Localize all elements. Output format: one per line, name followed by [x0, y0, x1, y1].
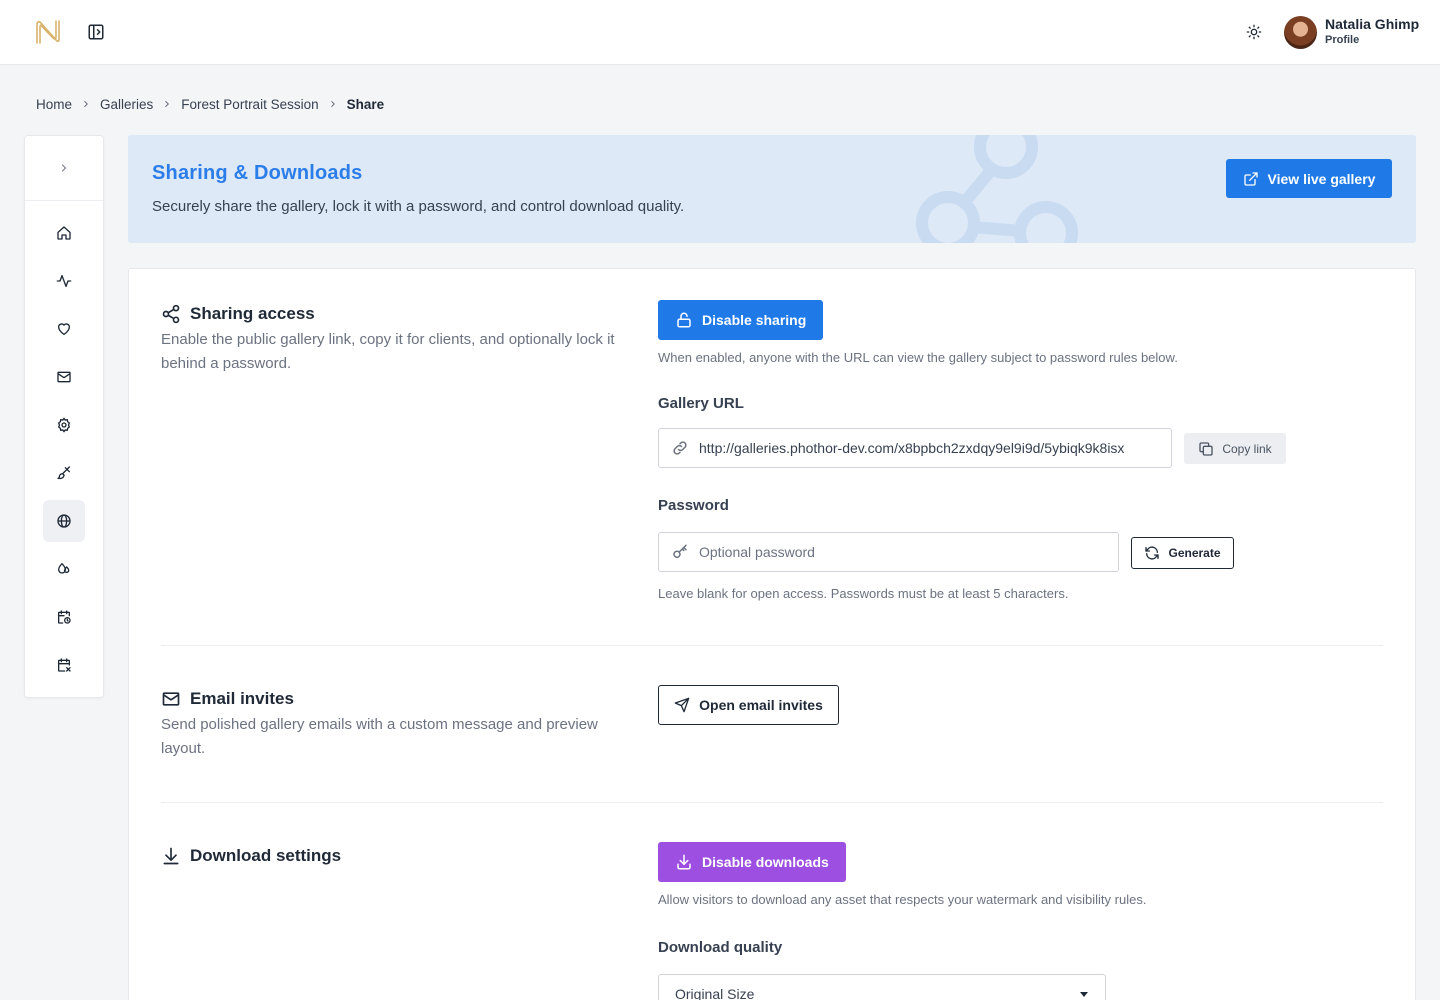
key-icon — [671, 543, 689, 561]
download-quality-select[interactable]: Original Size — [658, 974, 1106, 1000]
view-live-gallery-button[interactable]: View live gallery — [1226, 159, 1392, 198]
sharing-section-description: Enable the public gallery link, copy it … — [161, 331, 615, 372]
expand-sidebar-button[interactable] — [25, 136, 103, 201]
share-watermark-icon — [912, 135, 1092, 243]
sharing-help-text: When enabled, anyone with the URL can vi… — [658, 350, 1178, 365]
section-divider — [161, 645, 1383, 646]
heart-icon[interactable] — [43, 308, 85, 350]
gallery-url-field[interactable]: http://galleries.phothor-dev.com/x8bpbch… — [658, 428, 1172, 468]
chevron-right-icon — [328, 99, 338, 109]
breadcrumb-galleries[interactable]: Galleries — [100, 97, 153, 112]
activity-icon[interactable] — [43, 260, 85, 302]
copy-link-button[interactable]: Copy link — [1184, 433, 1286, 464]
downloads-section-header: Download settings — [161, 846, 341, 866]
mail-icon[interactable] — [43, 356, 85, 398]
external-link-icon — [1243, 171, 1259, 187]
password-input[interactable] — [699, 544, 1118, 560]
password-help-text: Leave blank for open access. Passwords m… — [658, 586, 1069, 601]
disable-sharing-label: Disable sharing — [702, 312, 807, 328]
breadcrumb-current: Share — [346, 96, 385, 112]
email-section-header: Email invites — [161, 689, 294, 709]
chevron-right-icon — [81, 99, 91, 109]
download-tray-icon — [675, 853, 693, 871]
unlock-icon — [675, 311, 693, 329]
page-title: Sharing & Downloads — [152, 162, 363, 184]
download-quality-value: Original Size — [675, 986, 755, 1000]
email-section-title: Email invites — [190, 689, 294, 708]
disable-downloads-label: Disable downloads — [702, 854, 829, 870]
refresh-icon — [1144, 545, 1160, 561]
sharing-section-header: Sharing access — [161, 304, 315, 324]
breadcrumb: Home Galleries Forest Portrait Session S… — [36, 95, 384, 113]
globe-icon[interactable] — [43, 500, 85, 542]
user-name[interactable]: Natalia Ghimp — [1325, 16, 1419, 32]
generate-password-button[interactable]: Generate — [1131, 537, 1234, 569]
gallery-url-label: Gallery URL — [658, 395, 744, 412]
page-subtitle: Securely share the gallery, lock it with… — [152, 198, 685, 215]
disable-sharing-button[interactable]: Disable sharing — [658, 300, 824, 340]
link-icon — [671, 439, 689, 457]
profile-link[interactable]: Profile — [1325, 34, 1359, 46]
top-bar: Natalia Ghimp Profile — [0, 0, 1440, 65]
copy-link-label: Copy link — [1222, 441, 1272, 456]
mail-icon — [161, 689, 181, 709]
brush-icon[interactable] — [43, 452, 85, 494]
password-label: Password — [658, 497, 729, 514]
gallery-url-value: http://galleries.phothor-dev.com/x8bpbch… — [699, 440, 1125, 456]
view-live-gallery-label: View live gallery — [1267, 170, 1376, 187]
gear-icon[interactable] — [43, 404, 85, 446]
download-icon — [161, 846, 181, 866]
breadcrumb-home[interactable]: Home — [36, 97, 72, 112]
icon-sidebar — [24, 135, 104, 698]
calendar-x-icon[interactable] — [43, 644, 85, 686]
generate-label: Generate — [1168, 546, 1221, 560]
disable-downloads-button[interactable]: Disable downloads — [658, 842, 846, 882]
sun-icon[interactable] — [1243, 21, 1265, 43]
downloads-section-title: Download settings — [190, 846, 342, 865]
logo-n-icon[interactable] — [34, 18, 62, 46]
send-icon — [674, 697, 690, 713]
downloads-help-text: Allow visitors to download any asset tha… — [658, 892, 1147, 907]
sidebar-toggle-icon[interactable] — [84, 20, 108, 44]
chevron-right-icon — [162, 99, 172, 109]
drops-icon[interactable] — [43, 548, 85, 590]
avatar[interactable] — [1284, 16, 1317, 49]
section-divider — [161, 802, 1383, 803]
calendar-clock-icon[interactable] — [43, 596, 85, 638]
home-icon[interactable] — [43, 212, 85, 254]
sharing-section-title: Sharing access — [190, 304, 315, 323]
download-quality-label: Download quality — [658, 939, 783, 956]
caret-down-icon — [1079, 989, 1089, 999]
breadcrumb-gallery[interactable]: Forest Portrait Session — [181, 97, 318, 112]
open-email-invites-button[interactable]: Open email invites — [658, 685, 839, 725]
settings-card: Sharing access Enable the public gallery… — [128, 268, 1416, 1000]
page-banner: Sharing & Downloads Securely share the g… — [128, 135, 1416, 243]
open-email-invites-label: Open email invites — [699, 697, 823, 713]
copy-icon — [1198, 441, 1214, 457]
share-icon — [161, 304, 181, 324]
email-section-description: Send polished gallery emails with a cust… — [161, 716, 598, 757]
password-field-wrapper — [658, 532, 1119, 572]
